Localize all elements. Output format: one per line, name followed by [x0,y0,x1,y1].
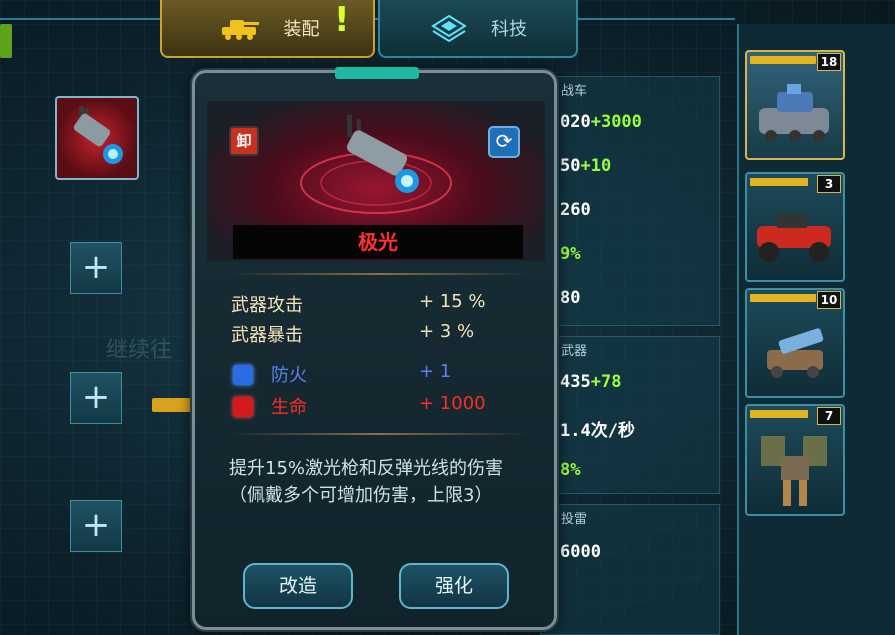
tank-stat-2: 50+10 [560,156,612,176]
gem-prop-name: 防火 [271,365,307,386]
tank-stat-4: 9% [560,244,581,264]
vehicle-progress-bar [750,56,816,64]
divider [229,273,529,275]
prop-name: 武器暴击 [231,325,303,346]
tank-vehicle-icon [759,84,829,142]
vehicle-card-1[interactable]: 18 [745,50,845,160]
level-bar [152,398,196,412]
divider [229,433,529,435]
blue-gem-icon [233,365,253,385]
chip-icon [431,14,467,43]
gem-prop-name: 生命 [271,397,307,418]
popup-top-tab [335,67,419,79]
vehicle-progress-bar [750,294,816,302]
item-name: 极光 [233,225,523,259]
add-slot-2[interactable]: + [70,372,122,424]
tank-stat-energy: 80 [560,288,581,308]
unload-button[interactable]: 卸 [229,126,259,156]
weapon-stat-crit: 8% [560,460,581,480]
red-gem-icon [233,397,253,417]
tank-stat-1: 020+3000 [560,112,642,132]
item-description: 提升15%激光枪和反弹光线的伤害（佩戴多个可增加伤害，上限3） [229,458,504,506]
tab-tech-label: 科技 [491,19,527,40]
weapon-stat-attack: 435+78 [560,372,622,392]
gem-prop-value: + 1 [419,361,452,382]
refresh-icon: ⟳ [495,129,513,153]
faint-label: 继续往 [106,338,173,363]
item-detail-popup: 卸 ⟳ 极光 武器攻击 + 15 % 武器暴击 + 3 % 防火 + 1 生命 … [192,67,557,630]
tank-icon [221,20,259,40]
prop-name: 武器攻击 [231,295,303,316]
mine-stats-header: 投雷 [561,512,588,527]
mine-stats-panel: 投雷 [540,504,720,635]
add-slot-1[interactable]: + [70,242,122,294]
tab-tech[interactable]: 科技 [378,0,578,58]
vehicle-level: 18 [817,53,841,71]
vehicle-card-2[interactable]: 3 [745,172,845,282]
vehicle-progress-bar [750,178,808,186]
buggy-vehicle-icon [757,214,831,262]
enhance-button[interactable]: 强化 [399,563,509,609]
alert-mark: ! [334,0,350,40]
tab-equip-label: 装配 [283,19,320,40]
reforge-button[interactable]: 改造 [243,563,353,609]
swap-button[interactable]: ⟳ [488,126,520,158]
vehicle-level: 10 [817,291,841,309]
vehicle-level: 3 [817,175,841,193]
prop-value: + 3 % [419,321,475,342]
mech-vehicle-icon [761,436,827,506]
prop-value: + 15 % [419,291,486,312]
vehicle-progress-bar [750,410,808,418]
vehicle-card-4[interactable]: 7 [745,404,845,516]
weapon-stat-fire-rate: 1.4次/秒 [560,421,635,441]
gem-prop-value: + 1000 [419,393,486,414]
mine-stat-damage: 6000 [560,542,601,562]
equipped-weapon-slot[interactable] [55,96,139,180]
tank-stats-header: 战车 [561,84,588,99]
tank-stat-3: 260 [560,200,591,220]
turret-vehicle-icon [767,328,824,378]
add-slot-3[interactable]: + [70,500,122,552]
weapon-stats-header: 武器 [561,344,588,359]
vehicle-card-3[interactable]: 10 [745,288,845,398]
laser-gun-icon [73,106,123,164]
